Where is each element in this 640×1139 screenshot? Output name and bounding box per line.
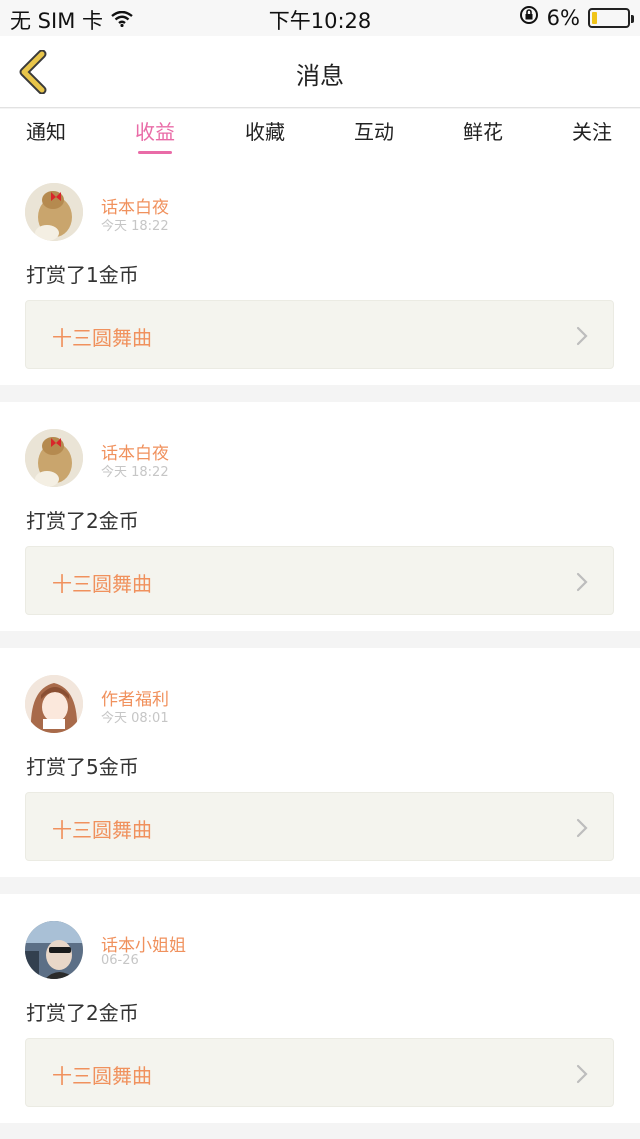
tab-bar: 通知 收益 收藏 互动 鲜花 关注 — [0, 109, 640, 156]
battery-icon — [588, 7, 634, 28]
tab-label: 关注 — [572, 120, 612, 144]
timestamp: 今天 18:22 — [101, 465, 169, 480]
hair-bun-avatar-icon — [25, 183, 83, 241]
active-tab-indicator — [138, 151, 172, 154]
tab-notifications[interactable]: 通知 — [26, 116, 66, 145]
timestamp: 今天 08:01 — [101, 711, 169, 726]
reward-text: 打赏了1金币 — [26, 263, 139, 287]
hair-bun-avatar-icon — [25, 429, 83, 487]
tab-flowers[interactable]: 鲜花 — [463, 116, 503, 145]
status-right: 6% — [519, 5, 634, 30]
avatar[interactable] — [25, 921, 83, 979]
chevron-right-icon — [576, 818, 588, 838]
avatar[interactable] — [25, 183, 83, 241]
list-item: 话本小姐姐 06-26 打赏了2金币 十三圆舞曲 — [0, 894, 640, 1123]
book-title: 十三圆舞曲 — [52, 326, 152, 350]
page-title: 消息 — [296, 62, 344, 90]
reward-text: 打赏了2金币 — [26, 1001, 139, 1025]
timestamp: 今天 18:22 — [101, 219, 169, 234]
book-link[interactable]: 十三圆舞曲 — [25, 300, 614, 369]
book-link[interactable]: 十三圆舞曲 — [25, 792, 614, 861]
tab-follows[interactable]: 关注 — [572, 116, 612, 145]
list-item: 话本白夜 今天 18:22 打赏了2金币 十三圆舞曲 — [0, 402, 640, 631]
chevron-right-icon — [576, 326, 588, 346]
nav-bar: 消息 — [0, 36, 640, 108]
book-link[interactable]: 十三圆舞曲 — [25, 1038, 614, 1107]
timestamp: 06-26 — [101, 953, 139, 968]
tab-earnings[interactable]: 收益 — [135, 116, 175, 154]
list-item: 话本白夜 今天 18:22 打赏了1金币 十三圆舞曲 — [0, 156, 640, 385]
battery-level — [592, 11, 598, 24]
battery-percent: 6% — [546, 5, 580, 30]
screen: 无 SIM 卡 下午10:28 6% 消息 通知 收益 收藏 互动 鲜花 关注 … — [0, 0, 640, 1139]
avatar[interactable] — [25, 675, 83, 733]
rotation-lock-icon — [519, 5, 539, 30]
tab-label: 收藏 — [245, 120, 285, 144]
chevron-right-icon — [576, 1064, 588, 1084]
book-link[interactable]: 十三圆舞曲 — [25, 546, 614, 615]
reward-text: 打赏了2金币 — [26, 509, 139, 533]
tab-label: 互动 — [354, 120, 394, 144]
book-title: 十三圆舞曲 — [52, 572, 152, 596]
tab-interactions[interactable]: 互动 — [354, 116, 394, 145]
earnings-list: 话本白夜 今天 18:22 打赏了1金币 十三圆舞曲 话本白夜 今天 18:22… — [0, 156, 640, 1139]
tab-label: 鲜花 — [463, 120, 503, 144]
book-title: 十三圆舞曲 — [52, 1064, 152, 1088]
status-bar: 无 SIM 卡 下午10:28 6% — [0, 0, 640, 36]
list-item: 作者福利 今天 08:01 打赏了5金币 十三圆舞曲 — [0, 648, 640, 877]
car-selfie-avatar-icon — [25, 921, 83, 979]
tab-favorites[interactable]: 收藏 — [245, 116, 285, 145]
avatar[interactable] — [25, 429, 83, 487]
chevron-right-icon — [576, 572, 588, 592]
reward-text: 打赏了5金币 — [26, 755, 139, 779]
anime-girl-avatar-icon — [25, 675, 83, 733]
tab-label: 收益 — [135, 120, 175, 144]
book-title: 十三圆舞曲 — [52, 818, 152, 842]
tab-label: 通知 — [26, 120, 66, 144]
